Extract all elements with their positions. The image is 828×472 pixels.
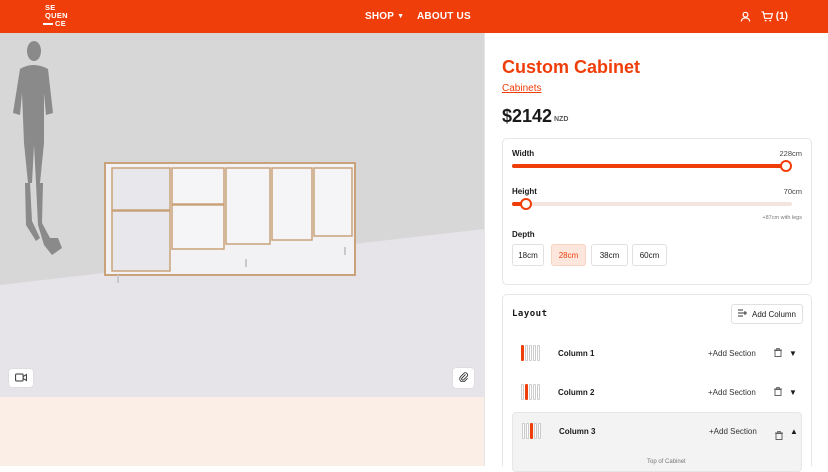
dimensions-card: Width 228cm Height 70cm +87cm with legs … <box>502 138 812 285</box>
height-slider-handle[interactable] <box>520 198 532 210</box>
expand-icon[interactable]: ▼ <box>789 388 797 397</box>
nav-about-label: ABOUT US <box>417 11 471 22</box>
logo-line-3: CE <box>55 19 67 28</box>
column-name: Column 3 <box>559 427 596 436</box>
height-label: Height <box>512 187 537 196</box>
trash-icon[interactable] <box>774 344 782 362</box>
collapse-icon[interactable]: ▲ <box>790 427 798 436</box>
column-row-1[interactable]: Column 1 +Add Section ▼ <box>512 337 802 369</box>
top-of-cabinet-label: Top of Cabinet <box>647 459 686 465</box>
cart-count: (1) <box>775 11 788 22</box>
add-section-button[interactable]: +Add Section <box>708 388 756 397</box>
legs-note: +87cm with legs <box>762 215 802 221</box>
price-currency: NZD <box>554 116 569 123</box>
width-value: 228cm <box>779 149 802 158</box>
add-column-button[interactable]: Add Column <box>731 304 803 324</box>
product-title: Custom Cabinet <box>502 57 641 77</box>
video-camera-icon <box>15 369 27 387</box>
user-icon[interactable] <box>740 11 751 22</box>
nav-shop[interactable]: SHOP ▼ <box>365 0 404 33</box>
width-label: Width <box>512 149 535 158</box>
depth-option-18cm[interactable]: 18cm <box>512 244 544 266</box>
add-section-button[interactable]: +Add Section <box>708 349 756 358</box>
depth-option-38cm[interactable]: 38cm <box>591 244 628 266</box>
category-link[interactable]: Cabinets <box>502 83 541 94</box>
nav-shop-label: SHOP <box>365 11 395 22</box>
column-thumbnail <box>521 384 540 400</box>
depth-option-28cm[interactable]: 28cm <box>551 244 586 266</box>
trash-icon[interactable] <box>774 383 782 401</box>
column-thumbnail <box>521 345 540 361</box>
depth-label: Depth <box>512 230 535 239</box>
trash-icon[interactable] <box>775 427 783 445</box>
width-slider[interactable] <box>512 160 792 172</box>
paperclip-icon <box>458 369 469 387</box>
scene-render <box>0 41 484 397</box>
add-column-label: Add Column <box>751 309 797 319</box>
cart-icon <box>761 11 773 22</box>
column-thumbnail <box>522 423 541 439</box>
cart-button[interactable]: (1) <box>761 11 788 22</box>
header-actions: (1) <box>740 0 788 33</box>
width-slider-handle[interactable] <box>780 160 792 172</box>
width-slider-fill <box>512 164 786 168</box>
add-section-button[interactable]: +Add Section <box>709 427 757 436</box>
video-camera-button[interactable] <box>9 369 33 387</box>
logo-line-3-row: CE <box>43 20 73 28</box>
column-row-3[interactable]: Column 3 +Add Section ▲ Top of Cabinet <box>512 412 802 472</box>
attach-button[interactable] <box>453 368 474 388</box>
product-3d-viewer[interactable] <box>0 33 484 397</box>
product-price: $2142 <box>502 106 553 126</box>
logo-dash <box>43 23 53 25</box>
column-row-2[interactable]: Column 2 +Add Section ▼ <box>512 376 802 408</box>
height-value: 70cm <box>783 187 802 196</box>
column-name: Column 1 <box>558 348 595 358</box>
layout-title: Layout <box>512 309 548 319</box>
add-column-icon <box>737 309 747 319</box>
height-slider[interactable] <box>512 198 792 210</box>
layout-card: Layout Add Column Column 1 +Add Section … <box>502 294 812 472</box>
expand-icon[interactable]: ▼ <box>789 349 797 358</box>
human-silhouette <box>13 41 62 255</box>
cabinet-model <box>104 162 356 283</box>
top-navbar: SE QUEN CE SHOP ▼ ABOUT US (1) <box>0 0 828 33</box>
column-name: Column 2 <box>558 387 595 397</box>
brand-logo[interactable]: SE QUEN CE <box>43 4 73 29</box>
chevron-down-icon: ▼ <box>397 13 405 20</box>
depth-option-60cm[interactable]: 60cm <box>632 244 667 266</box>
viewer-footer-area <box>0 397 484 466</box>
nav-about-us[interactable]: ABOUT US <box>417 0 471 33</box>
